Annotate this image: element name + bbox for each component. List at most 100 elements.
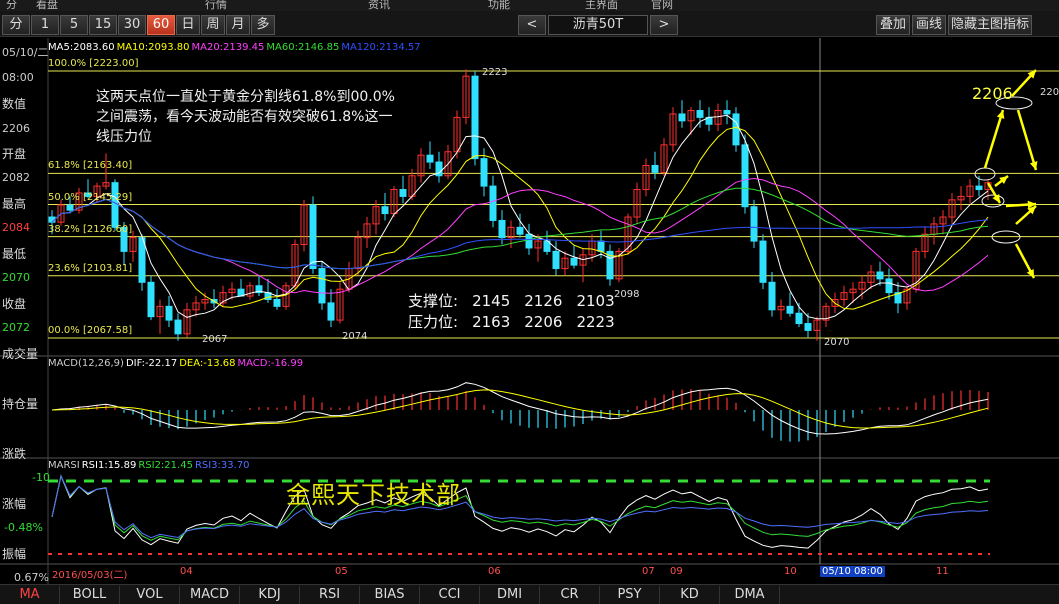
- ma-legend-item: MA10:2093.80: [116, 42, 190, 53]
- top-navigation: 分 看盘 行情 资讯 功能 主界面 官网: [0, 0, 1059, 11]
- amplitude-value: 0.67%: [14, 571, 49, 584]
- high-label: 最高: [2, 197, 27, 211]
- indicator-tab[interactable]: DMA: [720, 586, 780, 604]
- support-value: 2103: [576, 292, 615, 310]
- period-button[interactable]: 60: [147, 15, 175, 35]
- period-button[interactable]: 15: [89, 15, 117, 35]
- ma-legend-item: MA20:2139.45: [191, 42, 265, 53]
- indicator-tab[interactable]: MA: [0, 586, 60, 604]
- period-button[interactable]: 1: [31, 15, 59, 35]
- top-nav-item[interactable]: 看盘: [36, 0, 58, 11]
- ma-legend-item: MA60:2146.85: [266, 42, 340, 53]
- period-button[interactable]: 日: [176, 15, 200, 35]
- prev-symbol-button[interactable]: <: [518, 15, 546, 35]
- date-tick-label: 04: [180, 566, 193, 577]
- price-extreme-label: 2074: [342, 331, 368, 342]
- annotation-line-2: 之间震荡，看今天波动能否有效突破61.8%这一: [96, 109, 393, 125]
- target-price-label: 2206: [972, 84, 1013, 103]
- current-date: 05/10/二: [2, 46, 49, 59]
- fibonacci-label: 50.0% [2145.29]: [48, 191, 133, 203]
- indicator-tab[interactable]: CCI: [420, 586, 480, 604]
- indicator-tab[interactable]: VOL: [120, 586, 180, 604]
- close-label: 收盘: [2, 297, 27, 311]
- candle-body: [678, 113, 686, 122]
- symbol-selector[interactable]: 沥青50T: [548, 15, 648, 35]
- candle-body: [165, 305, 173, 321]
- top-nav-item[interactable]: 官网: [651, 0, 673, 11]
- indicator-tab[interactable]: BOLL: [60, 586, 120, 604]
- period-button[interactable]: 30: [118, 15, 146, 35]
- rsi3-line: [51, 474, 989, 539]
- pct-change-value: -0.48%: [4, 521, 43, 534]
- resistance-value: 2163: [472, 313, 511, 331]
- period-button[interactable]: 多: [251, 15, 275, 35]
- open-interest-label: 持仓量: [2, 397, 39, 411]
- kline-chart[interactable]: MA5:2083.60 MA10:2093.80 MA20:2139.45 MA60:…: [0, 38, 1059, 584]
- dif-line: [51, 382, 989, 435]
- chart-tool-button[interactable]: 画线: [912, 15, 946, 35]
- top-nav-item[interactable]: 资讯: [368, 0, 390, 11]
- chart-tool-button[interactable]: 隐藏主图指标: [948, 15, 1032, 35]
- support-value: 2145: [472, 292, 511, 310]
- candle-body: [552, 250, 560, 270]
- fibonacci-label: 100.0% [2223.00]: [48, 58, 139, 69]
- indicator-tab[interactable]: KDJ: [240, 586, 300, 604]
- price-extreme-label: 2223: [482, 67, 508, 78]
- value-number: 2206: [2, 122, 30, 135]
- candle-body: [597, 240, 605, 252]
- fibonacci-label: 23.6% [2103.81]: [48, 262, 133, 274]
- volume-label: 成交量: [2, 347, 39, 361]
- price-extreme-label: 2070: [824, 337, 850, 348]
- change-label: 涨跌: [2, 447, 27, 461]
- candle-body: [795, 312, 803, 325]
- date-tick-label: 11: [936, 566, 949, 577]
- right-edge-price-label: 220: [1040, 87, 1059, 98]
- top-nav-item[interactable]: 分: [6, 0, 17, 11]
- trend-arrow: [1016, 109, 1038, 171]
- candle-body: [786, 305, 794, 314]
- candle-body: [426, 154, 434, 163]
- annotation-line-3: 线压力位: [96, 129, 152, 145]
- marsi-legend-item: RSI2:21.45: [138, 460, 193, 471]
- next-symbol-button[interactable]: >: [650, 15, 678, 35]
- date-tick-label: 05: [335, 566, 348, 577]
- resistance-value: 2206: [524, 313, 563, 331]
- indicator-tab[interactable]: RSI: [300, 586, 360, 604]
- candle-body: [480, 158, 488, 187]
- indicator-tab[interactable]: KD: [660, 586, 720, 604]
- macd-legend-item: DIF:-22.17: [125, 358, 178, 369]
- period-button[interactable]: 月: [226, 15, 250, 35]
- indicator-tab[interactable]: DMI: [480, 586, 540, 604]
- top-nav-item[interactable]: 行情: [205, 0, 227, 11]
- candle-body: [399, 189, 407, 197]
- chart-tool-button[interactable]: 叠加: [876, 15, 910, 35]
- date-tick-label: 10: [784, 566, 797, 577]
- candle-body: [66, 204, 74, 211]
- candle-body: [489, 185, 497, 221]
- price-extreme-label: 2067: [202, 334, 228, 345]
- candle-body: [741, 144, 749, 208]
- period-button[interactable]: 分: [2, 15, 30, 35]
- top-nav-item[interactable]: 功能: [488, 0, 510, 11]
- indicator-tab[interactable]: CR: [540, 586, 600, 604]
- top-nav-item[interactable]: 主界面: [585, 0, 618, 11]
- high-value: 2084: [2, 221, 30, 234]
- price-info-panel: 05/10/二 08:00 数值 2206 开盘 2082 最高 2084 最低…: [0, 38, 50, 584]
- price-extreme-label: 2098: [614, 289, 640, 300]
- indicator-tab[interactable]: PSY: [600, 586, 660, 604]
- candle-body: [651, 164, 659, 173]
- period-button[interactable]: 5: [60, 15, 88, 35]
- candle-body: [885, 278, 893, 294]
- ma-legend-item: MA120:2134.57: [341, 42, 421, 53]
- amplitude-label: 振幅: [2, 547, 27, 561]
- period-button[interactable]: 周: [201, 15, 225, 35]
- macd-legend: MACD(12,26,9) DIF:-22.17 DEA:-13.68 MACD:-1…: [48, 358, 305, 369]
- candle-body: [696, 110, 704, 118]
- indicator-tab[interactable]: BIAS: [360, 586, 420, 604]
- candle-body: [138, 237, 146, 283]
- date-tick-label: 09: [670, 566, 683, 577]
- candle-body: [471, 75, 479, 160]
- indicator-tab[interactable]: MACD: [180, 586, 240, 604]
- close-value: 2072: [2, 321, 30, 334]
- candle-body: [309, 204, 317, 270]
